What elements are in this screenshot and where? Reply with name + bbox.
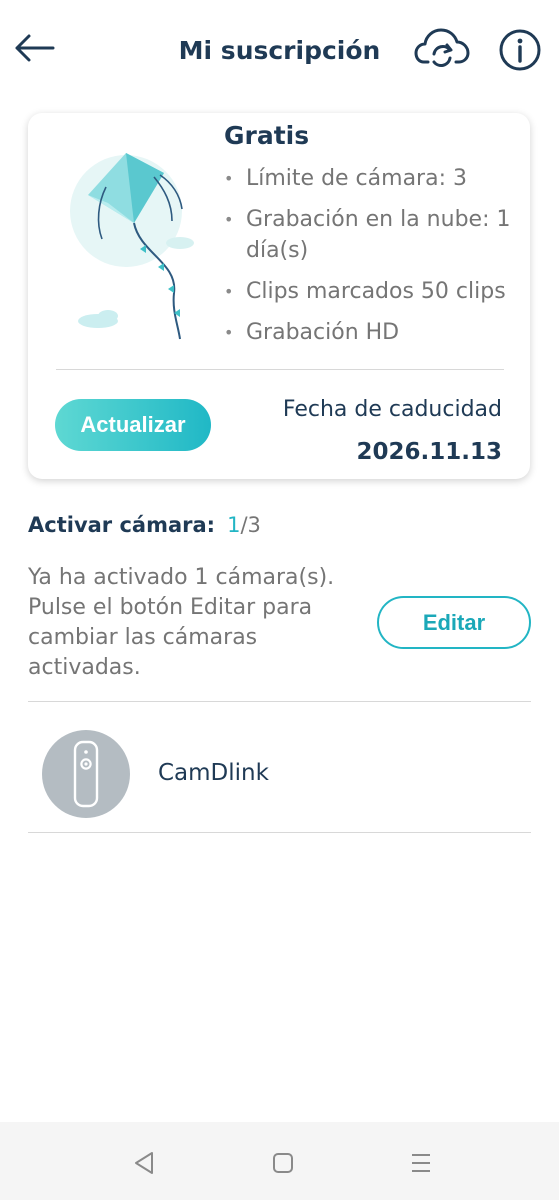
feature-item: Límite de cámara: 3 [220, 163, 530, 194]
activate-count: 1 [227, 513, 241, 537]
feature-item: Grabación HD [220, 317, 530, 348]
upgrade-button[interactable]: Actualizar [55, 399, 211, 451]
cloud-sync-button[interactable] [414, 26, 470, 72]
system-nav-bar [0, 1122, 559, 1200]
cloud-sync-icon [414, 28, 470, 67]
camera-avatar [42, 730, 130, 818]
edit-button[interactable]: Editar [377, 596, 531, 649]
divider [28, 832, 531, 833]
menu-icon [412, 1154, 430, 1172]
feature-list: Límite de cámara: 3 Grabación en la nube… [220, 163, 530, 358]
activation-description: Ya ha activado 1 cámara(s). Pulse el bot… [28, 565, 335, 680]
activate-total: /3 [240, 513, 261, 537]
activate-camera-row: Activar cámara: 1/3 [28, 513, 261, 537]
activate-label: Activar cámara: [28, 513, 216, 537]
feature-item: Clips marcados 50 clips [220, 276, 530, 307]
expiry-label: Fecha de caducidad [282, 397, 502, 422]
camera-name: CamDlink [158, 760, 269, 786]
square-home-icon [273, 1153, 293, 1173]
info-button[interactable] [498, 28, 542, 72]
camera-list-item[interactable]: CamDlink [28, 716, 531, 832]
camera-device-icon [73, 740, 99, 808]
info-icon [499, 29, 541, 71]
divider [28, 701, 531, 702]
page-title: Mi suscripción [178, 36, 381, 65]
nav-menu-button[interactable] [406, 1148, 436, 1178]
header: Mi suscripción [0, 0, 559, 110]
triangle-back-icon [135, 1152, 153, 1174]
nav-home-button[interactable] [268, 1148, 298, 1178]
divider [56, 369, 504, 370]
plan-card: Gratis Límite de cámara: 3 Grabación en … [28, 113, 530, 479]
nav-back-button[interactable] [130, 1148, 160, 1178]
expiry-date: 2026.11.13 [356, 439, 502, 465]
feature-item: Grabación en la nube: 1 día(s) [220, 204, 530, 266]
plan-name: Gratis [224, 121, 310, 150]
kite-illustration [68, 143, 208, 343]
